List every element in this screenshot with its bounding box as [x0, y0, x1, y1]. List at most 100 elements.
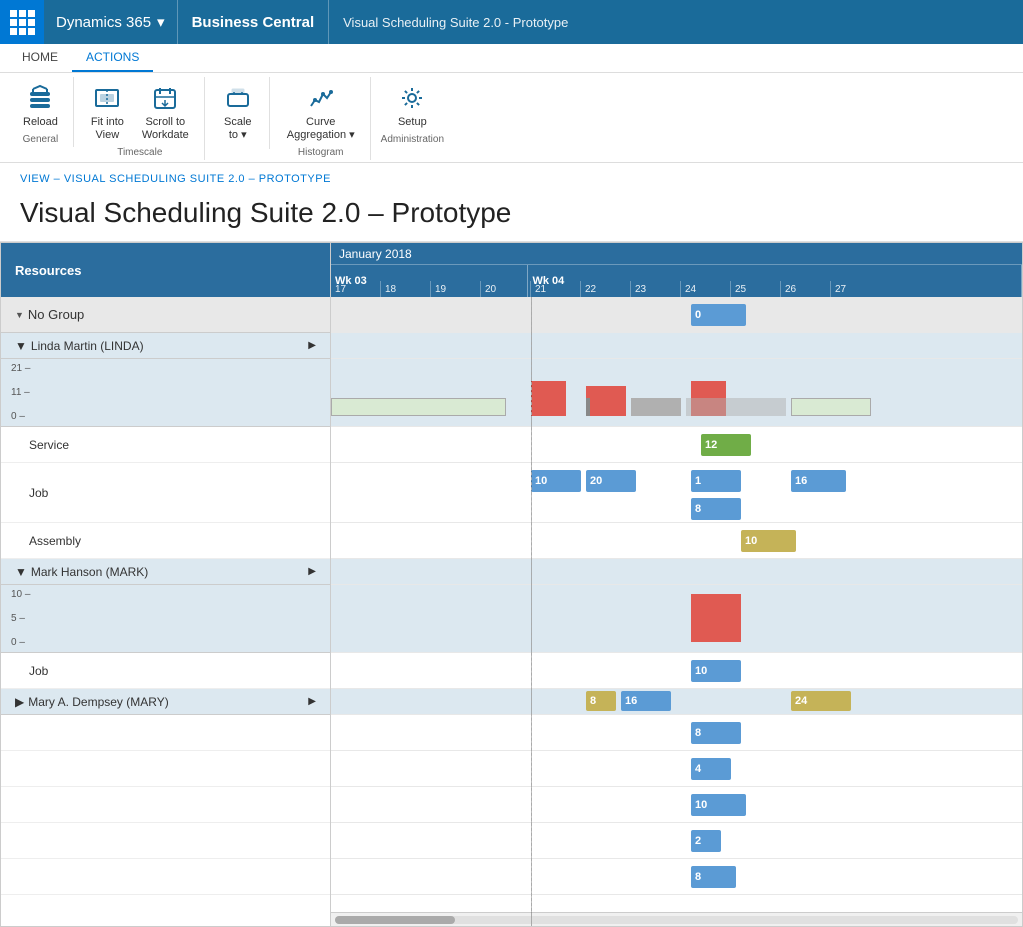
bar-mary-8-main-label: 8 — [590, 695, 596, 707]
tab-home[interactable]: HOME — [8, 44, 72, 72]
bar-job-1[interactable]: 1 — [691, 470, 741, 492]
fit-into-view-button[interactable]: Fit intoView — [84, 79, 131, 145]
bar-job-8[interactable]: 8 — [691, 498, 741, 520]
bar-mary-8-main[interactable]: 8 — [586, 691, 616, 711]
dynamics365-nav[interactable]: Dynamics 365 ▾ — [44, 0, 178, 44]
job-linda-label: Job — [29, 486, 48, 500]
right-panel[interactable]: January 2018 Wk 03 Wk 04 17 18 19 20 21 — [331, 243, 1022, 926]
bar-mary-24-main[interactable]: 24 — [791, 691, 851, 711]
subtype-row-service[interactable]: Service — [1, 427, 330, 463]
collapse-mark-icon: ▼ — [15, 565, 27, 579]
gantt-body: 0 — [331, 297, 1022, 926]
page-nav-title: Visual Scheduling Suite 2.0 - Prototype — [329, 15, 582, 30]
top-nav-bar: Dynamics 365 ▾ Business Central Visual S… — [0, 0, 1023, 44]
bar-mary-sub-8a-label: 8 — [695, 727, 701, 739]
scroll-to-workdate-button[interactable]: Scroll toWorkdate — [135, 79, 196, 145]
curve-aggregation-label: CurveAggregation ▾ — [287, 116, 355, 142]
group-row-nogroup[interactable]: ▼ No Group — [1, 297, 330, 333]
linda-chart-gray-2 — [631, 398, 681, 416]
resource-row-mary[interactable]: ▶ Mary A. Dempsey (MARY) ▶ — [1, 689, 330, 715]
day-19: 19 — [431, 281, 481, 297]
ribbon-group-admin: Setup Administration — [373, 77, 452, 147]
ribbon-content: Reload General Fit intoView Scroll toWo — [0, 73, 1023, 162]
bar-mark-job-10[interactable]: 10 — [691, 660, 741, 682]
gantt-row-mark — [331, 559, 1022, 585]
gantt-header: January 2018 Wk 03 Wk 04 17 18 19 20 21 — [331, 243, 1022, 297]
curve-aggregation-button[interactable]: CurveAggregation ▾ — [280, 79, 362, 145]
day-25: 25 — [731, 281, 781, 297]
bar-mary-sub-10[interactable]: 10 — [691, 794, 746, 816]
mary-row-6 — [1, 895, 330, 926]
business-central-nav[interactable]: Business Central — [178, 0, 330, 44]
mark-arrow-icon: ▶ — [308, 566, 316, 577]
linda-chart-gray-1 — [586, 398, 590, 416]
bar-assembly-10[interactable]: 10 — [741, 530, 796, 552]
mary-subrow-4: 2 — [331, 823, 1022, 859]
scroll-to-workdate-label: Scroll toWorkdate — [142, 116, 189, 142]
mark-chart-red — [691, 594, 741, 642]
bar-mary-sub-2-label: 2 — [695, 835, 701, 847]
bar-nogroup-0[interactable]: 0 — [691, 304, 746, 326]
day-ticks: 17 18 19 20 21 22 23 24 25 26 27 — [331, 281, 1022, 297]
bar-mark-job-10-label: 10 — [695, 665, 707, 677]
bar-mary-sub-4[interactable]: 4 — [691, 758, 731, 780]
general-buttons: Reload — [16, 79, 65, 132]
gantt-row-mary: 8 16 24 — [331, 689, 1022, 715]
fit-into-view-label: Fit intoView — [91, 116, 124, 142]
bar-nogroup-0-label: 0 — [695, 309, 701, 321]
fit-into-view-icon — [91, 82, 123, 114]
reload-button[interactable]: Reload — [16, 79, 65, 132]
subtype-row-assembly[interactable]: Assembly — [1, 523, 330, 559]
bar-job-20[interactable]: 20 — [586, 470, 636, 492]
assembly-label: Assembly — [29, 534, 81, 548]
resources-label: Resources — [15, 263, 81, 278]
waffle-menu-button[interactable] — [0, 0, 44, 44]
resource-row-mark[interactable]: ▼ Mark Hanson (MARK) ▶ — [1, 559, 330, 585]
ribbon: HOME ACTIONS Reload General — [0, 44, 1023, 163]
linda-y-11: 11 – — [11, 387, 30, 398]
bar-job-10-label: 10 — [535, 475, 547, 487]
setup-button[interactable]: Setup — [389, 79, 435, 132]
gantt-row-job-mark: 10 — [331, 653, 1022, 689]
bar-mary-16-main[interactable]: 16 — [621, 691, 671, 711]
ribbon-tabs: HOME ACTIONS — [0, 44, 1023, 73]
bar-job-20-label: 20 — [590, 475, 602, 487]
bar-job-16[interactable]: 16 — [791, 470, 846, 492]
bar-service-12[interactable]: 12 — [701, 434, 751, 456]
ribbon-group-scale: Scaleto ▾ — [207, 77, 270, 149]
linda-chart-end-bar — [791, 398, 871, 416]
tab-actions[interactable]: ACTIONS — [72, 44, 153, 72]
linda-y-21: 21 – — [11, 363, 30, 374]
business-central-label: Business Central — [192, 14, 315, 31]
scale-to-button[interactable]: Scaleto ▾ — [215, 79, 261, 145]
mary-subrow-6 — [331, 895, 1022, 926]
service-label: Service — [29, 438, 69, 452]
mary-name-label: Mary A. Dempsey (MARY) — [28, 695, 168, 709]
week-separator-line — [531, 297, 532, 926]
scheduler-container: Resources ▼ No Group ▼ Linda Martin (LIN… — [0, 242, 1023, 927]
mary-row-5 — [1, 859, 330, 895]
reload-label: Reload — [23, 116, 58, 129]
bar-assembly-10-label: 10 — [745, 535, 757, 547]
bar-mary-sub-8b[interactable]: 8 — [691, 866, 736, 888]
mark-y-10: 10 – — [11, 589, 30, 600]
bar-mary-sub-8a[interactable]: 8 — [691, 722, 741, 744]
subtype-row-job-mark[interactable]: Job — [1, 653, 330, 689]
gantt-week-row: Wk 03 Wk 04 17 18 19 20 21 22 23 24 25 — [331, 265, 1022, 297]
bar-job-10[interactable]: 10 — [531, 470, 581, 492]
general-group-label: General — [23, 134, 59, 145]
mark-y-5: 5 – — [11, 613, 30, 624]
subtype-row-job-linda[interactable]: Job — [1, 463, 330, 523]
mark-chart-area: 10 – 5 – 0 – — [1, 585, 330, 653]
resource-row-linda[interactable]: ▼ Linda Martin (LINDA) ▶ — [1, 333, 330, 359]
bar-mary-16-main-label: 16 — [625, 695, 637, 707]
mary-row-3 — [1, 787, 330, 823]
day-18: 18 — [381, 281, 431, 297]
mark-y-0: 0 – — [11, 637, 30, 648]
bar-job-1-label: 1 — [695, 475, 701, 487]
bar-mary-sub-2[interactable]: 2 — [691, 830, 721, 852]
ribbon-group-timescale: Fit intoView Scroll toWorkdate Timescale — [76, 77, 205, 160]
linda-y-0: 0 – — [11, 411, 30, 422]
day-17: 17 — [331, 281, 381, 297]
bar-mary-24-main-label: 24 — [795, 695, 807, 707]
